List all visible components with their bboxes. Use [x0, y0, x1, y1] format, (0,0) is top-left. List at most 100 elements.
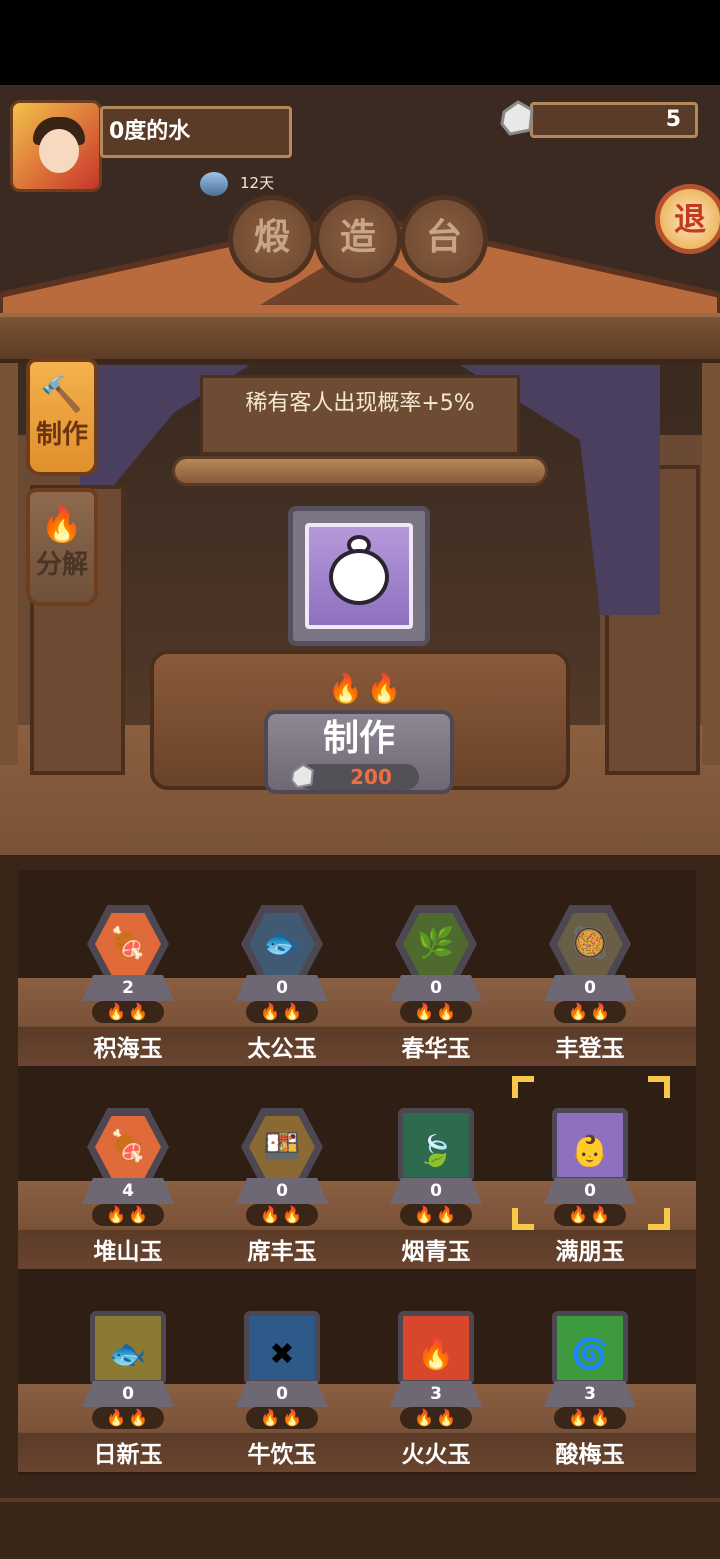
flame-icon: 🔥	[40, 505, 84, 545]
selected-item-frame	[288, 506, 430, 646]
inventory-item[interactable]: 🍖 4 🔥🔥 堆山玉	[50, 1108, 200, 1288]
panel-bottom	[0, 1498, 720, 1559]
selected-item-inner	[305, 523, 413, 629]
item-count-value: 0	[122, 1384, 134, 1404]
jade-icon: 🔥	[398, 1311, 474, 1385]
days-label: 12天	[240, 174, 275, 192]
item-name: 春华玉	[401, 1036, 471, 1062]
item-name: 牛饮玉	[247, 1442, 317, 1468]
title-char-1: 煅	[228, 195, 316, 283]
inventory-item[interactable]: 🥘 0 🔥🔥 丰登玉	[512, 905, 662, 1085]
item-count-value: 0	[430, 978, 442, 998]
jade-symbol: 🔥	[417, 1337, 455, 1372]
item-count-value: 2	[122, 978, 134, 998]
item-name: 积海玉	[93, 1036, 163, 1062]
item-count: 3	[390, 1381, 482, 1407]
item-flames: 🔥🔥	[554, 1204, 626, 1226]
selection-corner	[648, 1076, 670, 1098]
craft-button[interactable]: 制作 200	[264, 710, 454, 794]
item-count-value: 3	[584, 1384, 596, 1404]
item-count: 4	[82, 1178, 174, 1204]
hammer-icon: 🔨	[40, 375, 84, 415]
jade-icon-inner: ✖	[257, 1324, 307, 1372]
item-count-value: 0	[584, 1181, 596, 1201]
item-name: 满朋玉	[555, 1239, 625, 1265]
jade-icon: 🍖	[87, 905, 169, 983]
item-count: 3	[544, 1381, 636, 1407]
status-bar	[0, 0, 720, 85]
jade-icon-inner: 🌀	[565, 1324, 615, 1372]
stone-counter: 5	[530, 102, 698, 138]
bonus-banner: 稀有客人出现概率+5%	[200, 375, 520, 455]
item-count-value: 0	[430, 1181, 442, 1201]
inventory-item[interactable]: 🍱 0 🔥🔥 席丰玉	[204, 1108, 354, 1288]
jade-icon: 🥘	[549, 905, 631, 983]
item-name: 烟青玉	[401, 1239, 471, 1265]
item-count: 0	[390, 975, 482, 1001]
avatar[interactable]	[10, 100, 102, 192]
jade-icon-inner: 👶	[565, 1121, 615, 1169]
baby-face-icon	[329, 549, 389, 605]
inventory-item[interactable]: 🔥 3 🔥🔥 火火玉	[358, 1311, 508, 1491]
globe-icon	[200, 171, 228, 196]
exit-button[interactable]: 退	[655, 184, 720, 254]
item-count: 0	[236, 975, 328, 1001]
inventory-item[interactable]: 🍖 2 🔥🔥 积海玉	[50, 905, 200, 1085]
inventory-item[interactable]: 🌿 0 🔥🔥 春华玉	[358, 905, 508, 1085]
inventory-item[interactable]: 🌀 3 🔥🔥 酸梅玉	[512, 1311, 662, 1491]
item-count: 0	[390, 1178, 482, 1204]
item-count-value: 0	[276, 978, 288, 998]
craft-cost-value: 200	[350, 765, 392, 789]
title-char-2: 造	[314, 195, 402, 283]
inventory-item[interactable]: 🍃 0 🔥🔥 烟青玉	[358, 1108, 508, 1288]
item-count-value: 4	[122, 1181, 134, 1201]
item-flames: 🔥🔥	[554, 1407, 626, 1429]
inventory-item[interactable]: 🐟 0 🔥🔥 太公玉	[204, 905, 354, 1085]
craft-flames: 🔥🔥	[328, 672, 406, 705]
post-right	[702, 325, 720, 765]
jade-icon: ✖	[244, 1311, 320, 1385]
item-name: 堆山玉	[93, 1239, 163, 1265]
item-count: 0	[82, 1381, 174, 1407]
inventory-item[interactable]: 👶 0 🔥🔥 满朋玉	[512, 1108, 662, 1288]
jade-symbol: 🌿	[417, 926, 455, 961]
jade-icon: 🐟	[241, 905, 323, 983]
title-char-3: 台	[400, 195, 488, 283]
jade-symbol: 🍃	[417, 1134, 455, 1169]
jade-icon-inner: 🍃	[411, 1121, 461, 1169]
selection-corner	[648, 1208, 670, 1230]
item-count: 0	[236, 1178, 328, 1204]
selection-corner	[512, 1208, 534, 1230]
tab-decompose[interactable]: 🔥 分解	[26, 488, 98, 606]
tab-make-label: 制作	[35, 420, 88, 450]
banner-rod	[172, 456, 548, 486]
jade-icon: 🍱	[241, 1108, 323, 1186]
item-flames: 🔥🔥	[92, 1001, 164, 1023]
jade-icon-inner: 🥘	[557, 913, 623, 975]
jade-symbol: 🐟	[109, 1337, 147, 1372]
jade-icon-inner: 🍖	[95, 1116, 161, 1178]
item-count-value: 0	[584, 978, 596, 998]
post-left	[0, 325, 18, 765]
jade-symbol: 🍱	[263, 1129, 301, 1164]
jade-icon-inner: 🍱	[249, 1116, 315, 1178]
jade-icon-inner: 🐟	[103, 1324, 153, 1372]
tab-make[interactable]: 🔨 制作	[26, 358, 98, 476]
stone-icon	[290, 763, 314, 789]
jade-icon: 🌿	[395, 905, 477, 983]
item-count-value: 0	[276, 1384, 288, 1404]
item-flames: 🔥🔥	[400, 1407, 472, 1429]
item-count-value: 3	[430, 1384, 442, 1404]
inventory-item[interactable]: 🐟 0 🔥🔥 日新玉	[50, 1311, 200, 1491]
days-counter: 12天	[200, 168, 274, 198]
item-flames: 🔥🔥	[554, 1001, 626, 1023]
jade-icon-inner: 🐟	[249, 913, 315, 975]
jade-symbol: 👶	[571, 1134, 609, 1169]
jade-symbol: 🥘	[571, 926, 609, 961]
item-name: 酸梅玉	[555, 1442, 625, 1468]
item-name: 太公玉	[247, 1036, 317, 1062]
jade-symbol: 🌀	[571, 1337, 609, 1372]
selection-corner	[512, 1076, 534, 1098]
inventory-item[interactable]: ✖ 0 🔥🔥 牛饮玉	[204, 1311, 354, 1491]
item-flames: 🔥🔥	[92, 1407, 164, 1429]
